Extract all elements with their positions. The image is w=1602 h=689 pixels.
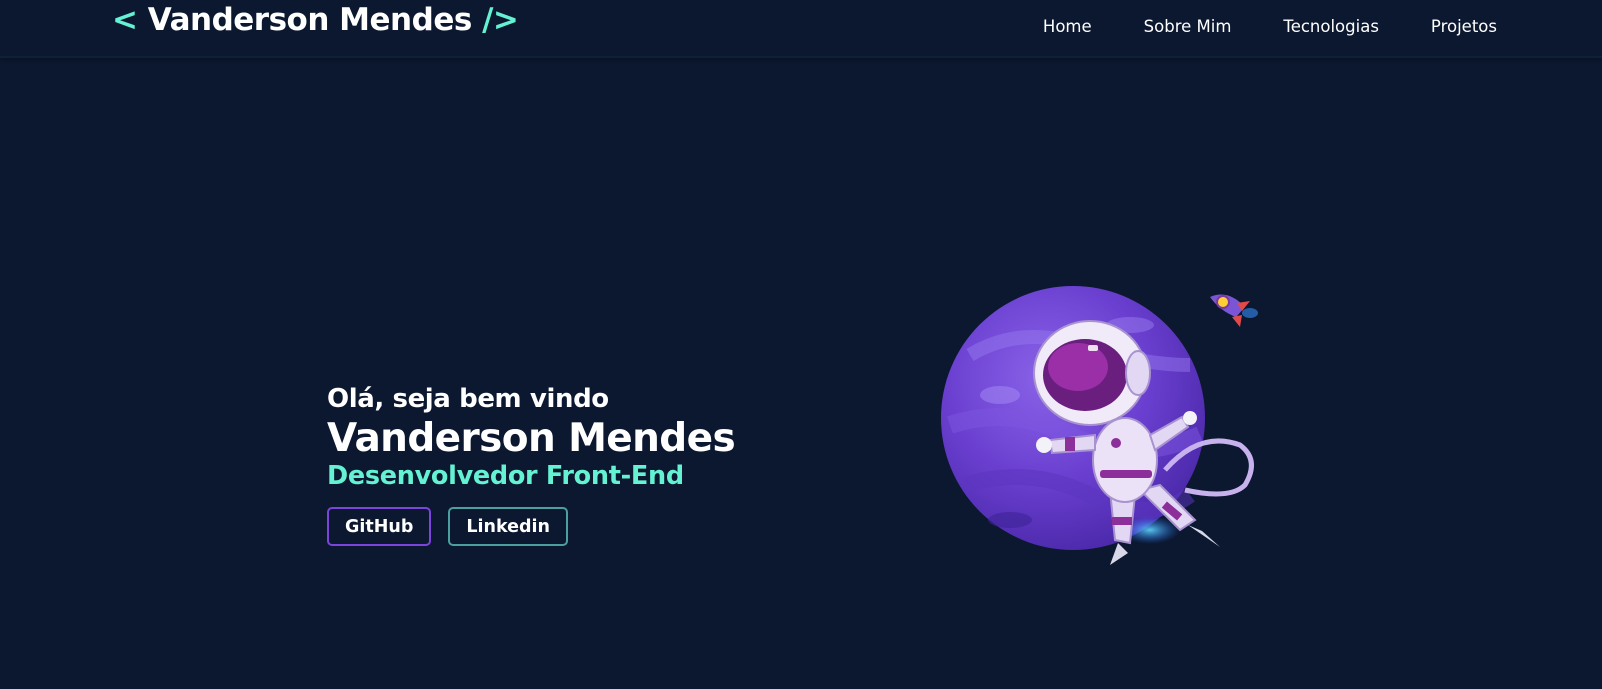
logo-name: Vanderson Mendes	[147, 2, 473, 38]
hero-role: Desenvolvedor Front-End	[327, 461, 684, 491]
astronaut-illustration	[941, 286, 1258, 565]
rocket-icon	[1210, 294, 1258, 327]
nav-tecnologias[interactable]: Tecnologias	[1283, 17, 1379, 36]
github-button[interactable]: GitHub	[327, 507, 432, 546]
logo-close-bracket: />	[482, 2, 519, 38]
main-nav: Home Sobre Mim Tecnologias Projetos	[1043, 17, 1497, 36]
site-logo[interactable]: < Vanderson Mendes />	[112, 2, 519, 38]
hero-intro: Olá, seja bem vindo Vanderson Mendes Des…	[327, 384, 736, 546]
nav-home[interactable]: Home	[1043, 17, 1092, 36]
nav-projetos[interactable]: Projetos	[1431, 17, 1497, 36]
logo-open-bracket: <	[112, 2, 138, 38]
nav-sobre-mim[interactable]: Sobre Mim	[1144, 17, 1232, 36]
linkedin-button[interactable]: Linkedin	[448, 507, 568, 546]
site-header: < Vanderson Mendes /> Home Sobre Mim Tec…	[0, 0, 1602, 58]
social-buttons: GitHub Linkedin	[327, 507, 735, 546]
hero-name: Vanderson Mendes	[327, 416, 736, 461]
hero-greeting: Olá, seja bem vindo	[327, 384, 609, 414]
